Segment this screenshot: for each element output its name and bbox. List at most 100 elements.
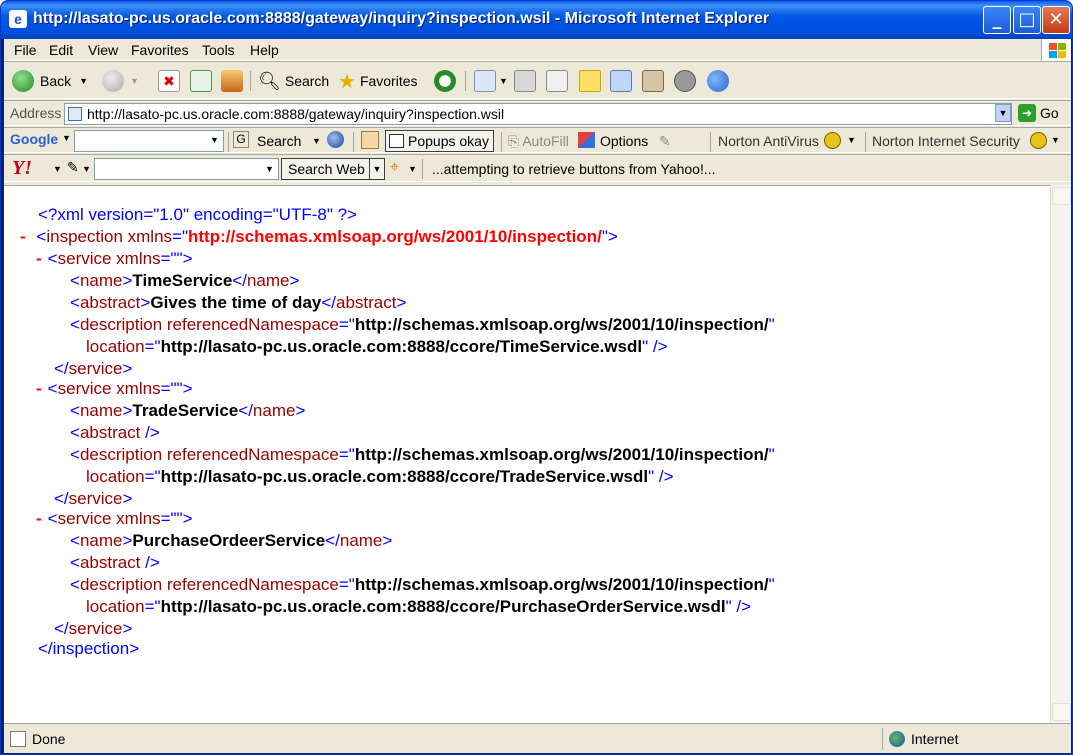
history-icon [434, 70, 456, 92]
stop-icon: ✖ [158, 70, 180, 92]
menu-tools[interactable]: Tools [202, 42, 235, 58]
collapse-toggle[interactable]: - [36, 379, 42, 398]
pagerank-icon[interactable] [327, 131, 344, 148]
options-button[interactable]: Options [600, 133, 648, 149]
menu-view[interactable]: View [88, 42, 118, 58]
stop-button[interactable]: ✖ [158, 69, 180, 93]
collapse-toggle[interactable]: - [36, 249, 42, 268]
vertical-scrollbar[interactable] [1050, 185, 1071, 723]
close-button[interactable]: ✕ [1042, 6, 1070, 34]
zone-label: Internet [911, 731, 959, 747]
history-button[interactable] [434, 69, 456, 93]
browser-chrome: File Edit View Favorites Tools Help Back… [4, 39, 1071, 185]
root-open-line: - <inspection xmlns="http://schemas.xmls… [20, 227, 618, 246]
xml-line: - <service xmlns=""> [36, 379, 193, 398]
target-icon[interactable]: ⌖ [390, 159, 399, 177]
back-button[interactable]: Back ▼ [12, 69, 88, 93]
forward-arrow-icon [102, 70, 124, 92]
menu-file[interactable]: File [14, 42, 37, 58]
chevron-down-icon: ▼ [53, 164, 62, 174]
discuss-icon [674, 70, 696, 92]
popup-blocker-button[interactable]: Popups okay [385, 130, 494, 152]
media-icon [642, 70, 664, 92]
description-location: http://lasato-pc.us.oracle.com:8888/ccor… [160, 337, 643, 356]
collapse-toggle[interactable]: - [36, 509, 42, 528]
xml-line: <name>TimeService</name> [70, 271, 300, 290]
norton-security-icon[interactable] [1030, 132, 1047, 149]
research-button[interactable] [610, 69, 632, 93]
notes-button[interactable] [579, 69, 601, 93]
minimize-button[interactable]: _ [983, 6, 1011, 34]
go-button[interactable]: ➜ Go [1018, 104, 1059, 122]
menu-favorites[interactable]: Favorites [131, 42, 189, 58]
norton-icon[interactable] [824, 132, 841, 149]
address-dropdown-button[interactable]: ▼ [995, 104, 1011, 122]
address-url: http://lasato-pc.us.oracle.com:8888/gate… [87, 106, 505, 122]
chevron-down-icon: ▼ [847, 135, 856, 145]
ie-page-icon: e [9, 10, 27, 28]
home-icon [221, 70, 243, 92]
description-namespace: http://schemas.xmlsoap.org/ws/2001/10/in… [354, 575, 769, 594]
xml-line: location="http://lasato-pc.us.oracle.com… [86, 467, 674, 486]
xml-line: location="http://lasato-pc.us.oracle.com… [86, 597, 752, 616]
search-web-button[interactable]: Search Web [281, 158, 372, 180]
autofill-button[interactable]: ⎘ AutoFill [508, 133, 569, 150]
root-attr-name: xmlns [122, 227, 173, 246]
address-bar: Address http://lasato-pc.us.oracle.com:8… [4, 100, 1071, 126]
address-input[interactable]: http://lasato-pc.us.oracle.com:8888/gate… [64, 103, 1012, 125]
status-bar: Done Internet [4, 723, 1071, 753]
search-label: Search [284, 73, 330, 89]
internet-globe-icon [889, 731, 905, 747]
menu-bar: File Edit View Favorites Tools Help [4, 39, 1071, 61]
google-search-input[interactable] [74, 130, 224, 152]
discuss-button[interactable] [674, 69, 696, 93]
messenger-button[interactable] [707, 69, 729, 93]
options-icon [578, 132, 595, 148]
home-button[interactable] [221, 69, 243, 93]
xml-line: - <service xmlns=""> [36, 249, 193, 268]
back-label: Back [40, 73, 72, 89]
page-info-icon[interactable] [361, 131, 379, 149]
description-location: http://lasato-pc.us.oracle.com:8888/ccor… [160, 597, 726, 616]
search-button[interactable]: 🔍︎ Search [258, 69, 329, 93]
security-zone: Internet [882, 728, 958, 750]
service-abstract: Gives the time of day [150, 293, 322, 312]
edit-button[interactable] [546, 69, 568, 93]
chevron-down-icon: ▼ [130, 76, 139, 86]
print-button[interactable] [514, 69, 536, 93]
chevron-down-icon: ▼ [408, 164, 417, 174]
search-web-dropdown[interactable]: ▼ [369, 158, 385, 180]
xml-line: <abstract /> [70, 423, 160, 442]
google-search-button[interactable]: Search [257, 133, 301, 149]
norton-internet-security-label[interactable]: Norton Internet Security [872, 133, 1020, 149]
popup-blocker-label: Popups okay [408, 133, 489, 149]
mail-icon [474, 70, 496, 92]
chevron-down-icon: ▼ [62, 133, 71, 143]
xml-line: <abstract>Gives the time of day</abstrac… [70, 293, 407, 312]
refresh-icon [190, 70, 212, 92]
media-button[interactable] [642, 69, 664, 93]
menu-help[interactable]: Help [250, 42, 279, 58]
xml-line: - <service xmlns=""> [36, 509, 193, 528]
xml-declaration: <?xml version="1.0" encoding="UTF-8" ?> [38, 205, 357, 224]
favorites-button[interactable]: ★ Favorites [338, 69, 418, 93]
chevron-down-icon: ▼ [312, 136, 321, 146]
norton-antivirus-label[interactable]: Norton AntiVirus [718, 133, 819, 149]
collapse-toggle[interactable]: - [20, 227, 26, 246]
yahoo-search-input[interactable] [94, 158, 279, 180]
scroll-up-button[interactable] [1052, 187, 1071, 205]
forward-button[interactable]: ▼ [102, 69, 139, 93]
highlight-icon[interactable]: ✎ [659, 133, 671, 150]
print-icon [514, 70, 536, 92]
pencil-icon[interactable]: ✎ [67, 159, 79, 176]
refresh-button[interactable] [190, 69, 212, 93]
menu-edit[interactable]: Edit [49, 42, 73, 58]
xml-line: <abstract /> [70, 553, 160, 572]
yahoo-logo[interactable]: Y! [12, 157, 32, 180]
scroll-down-button[interactable] [1052, 703, 1071, 721]
mail-button[interactable]: ▼ [474, 69, 508, 93]
maximize-button[interactable]: □ [1013, 6, 1041, 34]
google-logo[interactable]: Google [10, 131, 58, 147]
chevron-down-icon: ▼ [499, 76, 508, 86]
status-text: Done [32, 731, 66, 747]
